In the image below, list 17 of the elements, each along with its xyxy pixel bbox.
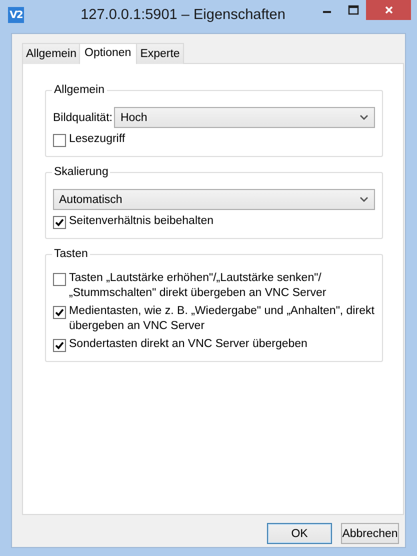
checkbox-label[interactable]: Lesezugriff [69, 132, 126, 147]
tab[interactable]: Experte [136, 43, 184, 64]
dialog-button[interactable]: Abbrechen [341, 523, 399, 544]
field-label: Bildqualität: [53, 112, 112, 124]
dialog-button[interactable]: OK [267, 523, 332, 544]
group-title: Allgemein [52, 83, 106, 98]
tab[interactable]: Allgemein [22, 43, 80, 64]
tab[interactable]: Optionen [78, 43, 138, 64]
dropdown[interactable]: Hoch [114, 107, 375, 128]
dropdown[interactable]: Automatisch [53, 189, 375, 210]
app-logo: V2 [8, 7, 24, 23]
checkbox-label[interactable]: Sondertasten direkt an VNC Server übergeben [69, 337, 308, 352]
checkbox-label[interactable]: Tasten „Lautstärke erhöhen"/„Lautstärke senken"/„Stummschalten" direkt übergeben an VNC Server [69, 271, 375, 301]
window-title: 127.0.0.1:5901 – Eigenschaften [80, 7, 286, 23]
checkbox-label[interactable]: Medientasten, wie z. B. „Wiedergabe" und „Anhalten", direkt übergeben an VNC Server [69, 304, 375, 334]
group-title: Skalierung [52, 165, 110, 180]
checkbox-label[interactable]: Seitenverhältnis beibehalten [69, 214, 214, 229]
